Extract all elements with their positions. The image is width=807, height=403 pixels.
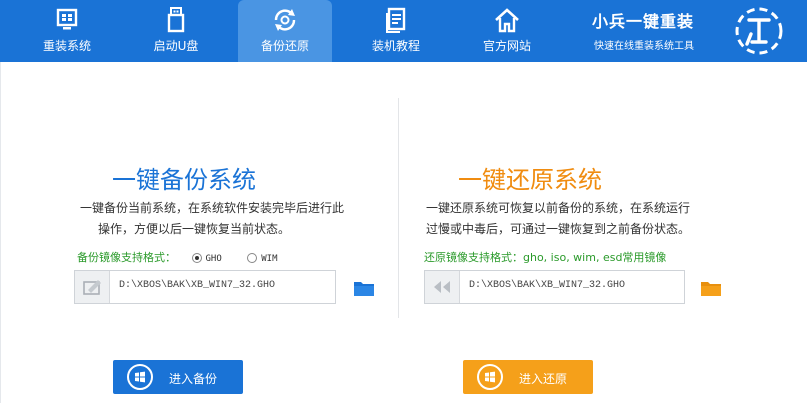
radio-gho-label: GHO [205,254,222,264]
enter-backup-button[interactable]: 进入备份 [113,360,243,394]
enter-restore-label: 进入还原 [519,372,568,386]
panel-divider [398,98,399,318]
nav-item-usb[interactable]: 启动U盘 [129,0,223,62]
restore-path-field[interactable]: D:\XBOS\BAK\XB_WIN7_32.GHO [424,270,685,304]
usb-drive-icon [167,7,185,33]
nav-item-website[interactable]: 官方网站 [460,0,554,62]
nav-label: 官方网站 [482,39,531,53]
brand-subtitle: 快速在线重装系统工具 [594,41,694,52]
backup-description: 一键备份当前系统，在系统软件安装完毕后进行此 操作，方便以后一键恢复当前状态。 [80,198,360,240]
nav-item-backup-restore[interactable]: 备份还原 [238,0,332,62]
enter-backup-label: 进入备份 [169,372,218,386]
home-icon [495,8,519,33]
monitor-icon [56,8,78,30]
folder-icon[interactable] [353,279,375,297]
brand-logo-icon [735,7,783,55]
nav-label: 备份还原 [260,39,309,53]
folder-icon[interactable] [700,279,722,297]
radio-wim[interactable] [247,253,258,263]
restore-path-text: D:\XBOS\BAK\XB_WIN7_32.GHO [469,280,626,291]
restore-format-label: 还原镜像支持格式：gho, iso, wim, esd常用镜像 [424,251,667,264]
document-icon [386,7,406,33]
restore-title: 一键还原系统 [458,166,602,194]
backup-desc-line: 操作，方便以后一键恢复当前状态。 [98,222,291,236]
double-left-arrow-icon [434,281,450,293]
brand: 小兵一键重装 快速在线重装系统工具 [592,8,695,52]
brand-title: 小兵一键重装 [592,12,695,31]
windows-icon [477,364,503,390]
backup-title: 一键备份系统 [112,166,256,194]
backup-path-text: D:\XBOS\BAK\XB_WIN7_32.GHO [119,280,276,291]
radio-gho[interactable] [191,253,202,263]
nav-label: 重装系统 [42,39,91,53]
backup-restore-icon [274,9,296,31]
nav-item-reinstall[interactable]: 重装系统 [20,0,114,62]
nav-item-tutorial[interactable]: 装机教程 [349,0,443,62]
restore-path-icon-box [425,271,460,303]
top-nav-bar: 重装系统 启动U盘 备份还原 装机教程 官方网站 小兵一键重装 快速在线重装系统… [0,0,807,62]
restore-desc-line: 过慢或中毒后，可通过一键恢复到之前备份状态。 [426,222,691,236]
backup-format-row: 备份镜像支持格式： GHO WIM [77,249,278,265]
backup-format-label: 备份镜像支持格式： [77,251,176,264]
windows-icon [127,364,153,390]
backup-path-icon-box [75,271,110,303]
nav-label: 启动U盘 [153,39,199,53]
enter-restore-button[interactable]: 进入还原 [463,360,593,394]
backup-path-field[interactable]: D:\XBOS\BAK\XB_WIN7_32.GHO [74,270,336,304]
backup-desc-line: 一键备份当前系统，在系统软件安装完毕后进行此 [80,201,345,215]
radio-wim-label: WIM [261,254,278,264]
edit-icon [83,280,101,295]
restore-desc-line: 一键还原系统可恢复以前备份的系统，在系统运行 [426,201,691,215]
restore-description: 一键还原系统可恢复以前备份的系统，在系统运行 过慢或中毒后，可通过一键恢复到之前… [426,198,706,240]
nav-label: 装机教程 [371,39,420,53]
